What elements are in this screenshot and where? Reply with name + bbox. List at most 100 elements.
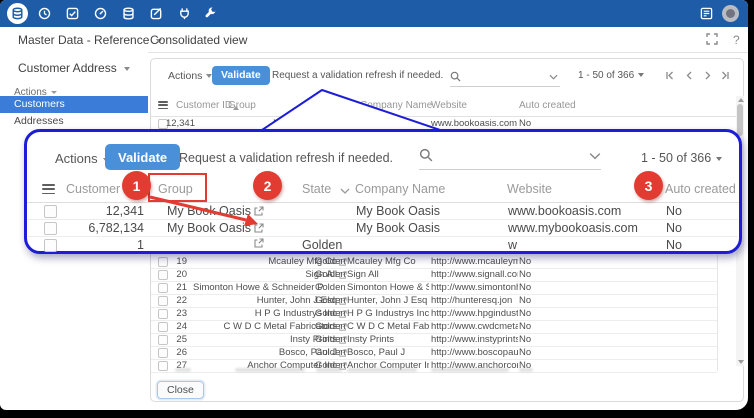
first-page-icon[interactable] xyxy=(664,70,675,81)
expand-icon[interactable] xyxy=(706,33,718,45)
module-selector[interactable]: Master Data - Reference xyxy=(18,33,162,47)
table-row[interactable]: 1 Golden w No xyxy=(28,236,738,253)
column-website[interactable]: Website xyxy=(507,182,552,196)
table-row[interactable]: 20 Sign All Golden Sign All http://www.s… xyxy=(151,268,717,282)
pagination-range[interactable]: 1 - 50 of 366 xyxy=(578,70,644,81)
scrollbar-thumb[interactable] xyxy=(737,104,743,136)
cell-website: www.bookoasis.com xyxy=(431,118,518,129)
column-group[interactable]: Group xyxy=(228,100,256,111)
cell-state: Golden xyxy=(302,238,352,252)
cell-customer-id: 19 xyxy=(151,256,187,267)
gauge-icon[interactable] xyxy=(94,7,107,20)
column-auto-created[interactable]: Auto created xyxy=(519,100,576,111)
sidebar-item-customers[interactable]: Customers xyxy=(0,96,148,113)
chevron-down-icon xyxy=(124,67,130,71)
previous-page-icon[interactable] xyxy=(684,70,695,81)
cell-customer-id: 1 xyxy=(58,238,144,252)
pagination-range[interactable]: 1 - 50 of 366 xyxy=(641,151,722,165)
chevron-down-icon xyxy=(716,157,722,161)
table-row[interactable]: 25 Insty Prints Golden Insty Prints http… xyxy=(151,333,717,347)
cell-auto-created: No xyxy=(519,282,549,293)
database-home-icon[interactable] xyxy=(7,3,28,24)
row-checkbox[interactable] xyxy=(44,205,57,218)
cell-website: http://www.signall.com xyxy=(431,269,518,280)
validate-button[interactable]: Validate xyxy=(105,144,180,170)
cell-customer-id: 23 xyxy=(151,308,187,319)
cell-company: C W D C Metal Fabricators xyxy=(347,321,429,332)
column-auto-created[interactable]: Auto created xyxy=(665,182,736,196)
search-icon xyxy=(419,148,433,162)
row-checkbox[interactable] xyxy=(44,239,57,252)
table-row[interactable]: 19 Mcauley Mfg Co Golden Mcauley Mfg Co … xyxy=(151,255,717,269)
cell-auto-created: No xyxy=(666,238,706,252)
validate-button[interactable]: Validate xyxy=(212,66,270,85)
cell-company: Insty Prints xyxy=(347,334,429,345)
screenshot-stage: Master Data - Reference Consolidated vie… xyxy=(0,0,754,418)
cell-company: Sign All xyxy=(347,269,429,280)
table-row[interactable]: 23 H P G Industrys Inc Golden H P G Indu… xyxy=(151,307,717,321)
cell-group[interactable]: My Book Oasis xyxy=(148,221,264,235)
table-row[interactable]: 26 Bosco, Paul J Golden Bosco, Paul J ht… xyxy=(151,346,717,360)
close-button[interactable]: Close xyxy=(157,381,204,399)
grid-actions-menu[interactable]: Actions xyxy=(168,70,212,82)
column-menu-icon[interactable] xyxy=(158,101,168,109)
chevron-down-icon xyxy=(51,91,57,94)
cell-customer-id: 20 xyxy=(151,269,187,280)
cell-state: Golden xyxy=(315,308,349,319)
column-state[interactable]: State xyxy=(316,100,339,111)
cell-company: Mcauley Mfg Co xyxy=(347,256,429,267)
cell-website: http://www.simontonhowesch xyxy=(431,282,518,293)
help-icon[interactable]: ? xyxy=(733,33,740,47)
cell-group[interactable]: My Book Oasis xyxy=(193,118,347,129)
dataset-selector[interactable]: Customer Address xyxy=(18,61,130,75)
user-avatar[interactable] xyxy=(722,5,739,22)
cell-auto-created: No xyxy=(519,334,549,345)
column-website[interactable]: Website xyxy=(431,100,467,111)
cell-company: Simonton Howe & Schneider P xyxy=(347,282,429,293)
last-page-icon[interactable] xyxy=(720,70,731,81)
clock-icon[interactable] xyxy=(38,7,51,20)
cell-state: Golden xyxy=(315,256,349,267)
cell-auto-created: No xyxy=(519,295,549,306)
data-stack-icon[interactable] xyxy=(122,7,135,20)
table-row[interactable]: 22 Hunter, John J Esq Golden Hunter, Joh… xyxy=(151,294,717,308)
cell-group[interactable]: My Book Oasis xyxy=(148,204,264,218)
column-customer-id[interactable]: Customer ID xyxy=(176,100,232,111)
column-company-name[interactable]: Company Name xyxy=(360,100,432,111)
form-icon[interactable] xyxy=(700,7,713,20)
column-company-name[interactable]: Company Name xyxy=(355,182,445,196)
table-row[interactable]: 21 Simonton Howe & Schneider P Golden Si… xyxy=(151,281,717,295)
chevron-down-icon[interactable] xyxy=(549,74,558,80)
cell-website: http://www.hpgindustrysinc.co xyxy=(431,308,518,319)
cell-auto-created: No xyxy=(519,347,549,358)
cell-website: www.bookoasis.com xyxy=(508,204,658,218)
next-page-icon[interactable] xyxy=(702,70,713,81)
cell-customer-id: 21 xyxy=(151,282,187,293)
table-row[interactable]: 24 C W D C Metal Fabricators Golden C W … xyxy=(151,320,717,334)
table-row[interactable]: 6,782,134 My Book Oasis My Book Oasis ww… xyxy=(28,219,738,237)
search-input[interactable] xyxy=(450,68,560,87)
row-checkbox[interactable] xyxy=(44,222,57,235)
cell-website: http://www.instyprints.com xyxy=(431,334,518,345)
cell-customer-id: 12,341 xyxy=(58,204,144,218)
plug-icon[interactable] xyxy=(178,7,191,20)
chevron-down-icon xyxy=(344,103,352,108)
group-link-label: Simonton Howe & Schneider P xyxy=(193,282,323,293)
scroll-up-icon[interactable] xyxy=(738,98,744,102)
wrench-icon[interactable] xyxy=(204,7,217,20)
chevron-down-icon[interactable] xyxy=(589,152,601,160)
sidebar-item-addresses[interactable]: Addresses xyxy=(0,113,148,130)
cell-customer-id: 22 xyxy=(151,295,187,306)
grid-actions-menu[interactable]: Actions xyxy=(55,151,109,166)
column-state[interactable]: State xyxy=(302,182,331,196)
cell-state: Golden xyxy=(315,347,349,358)
cell-state: Golden xyxy=(315,282,349,293)
check-square-icon[interactable] xyxy=(66,7,79,20)
scroll-down-icon[interactable] xyxy=(738,360,744,364)
column-menu-icon[interactable] xyxy=(42,184,55,194)
table-row[interactable]: 12,341 My Book Oasis My Book Oasis www.b… xyxy=(28,202,738,220)
cell-group[interactable] xyxy=(148,238,264,248)
search-input[interactable] xyxy=(419,144,601,170)
annotation-badge-1: 1 xyxy=(122,171,151,200)
edit-check-icon[interactable] xyxy=(150,7,163,20)
